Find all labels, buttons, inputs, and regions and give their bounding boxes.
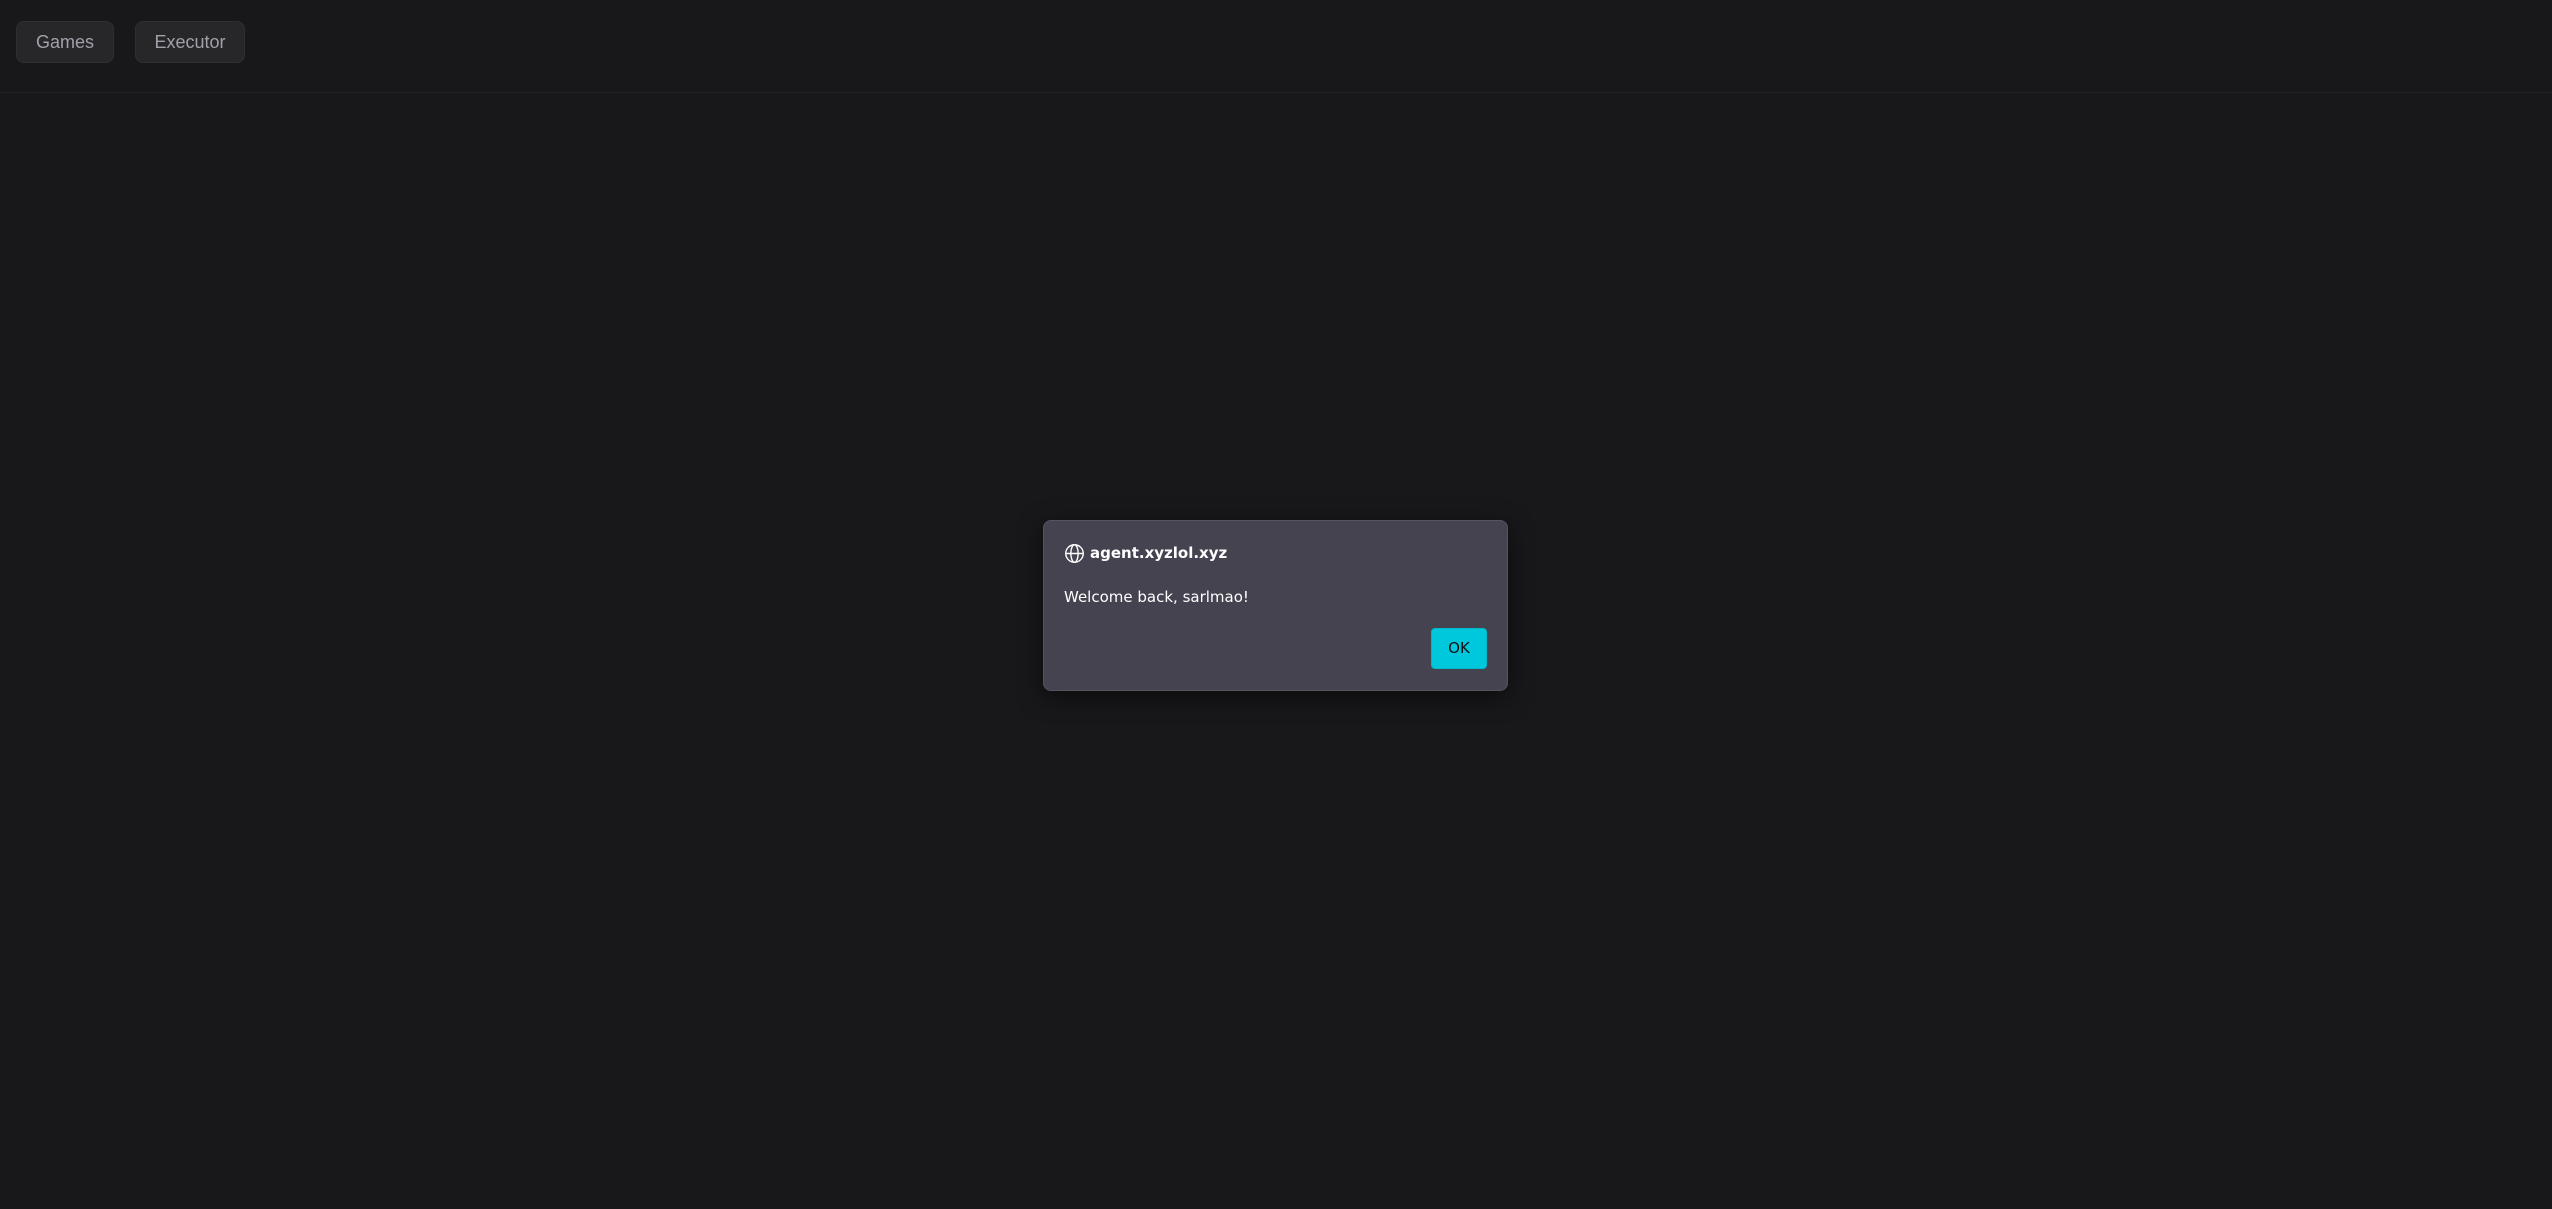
globe-icon — [1064, 543, 1085, 564]
games-button[interactable]: Games — [16, 21, 114, 63]
alert-dialog: agent.xyzlol.xyz Welcome back, sarlmao! … — [1043, 520, 1508, 691]
dialog-origin: agent.xyzlol.xyz — [1090, 544, 1228, 562]
dialog-header: agent.xyzlol.xyz — [1064, 542, 1227, 564]
ok-button[interactable]: OK — [1431, 628, 1487, 669]
executor-button[interactable]: Executor — [135, 21, 245, 63]
top-nav-bar: Games Executor — [0, 0, 2552, 93]
dialog-message: Welcome back, sarlmao! — [1064, 588, 1249, 606]
